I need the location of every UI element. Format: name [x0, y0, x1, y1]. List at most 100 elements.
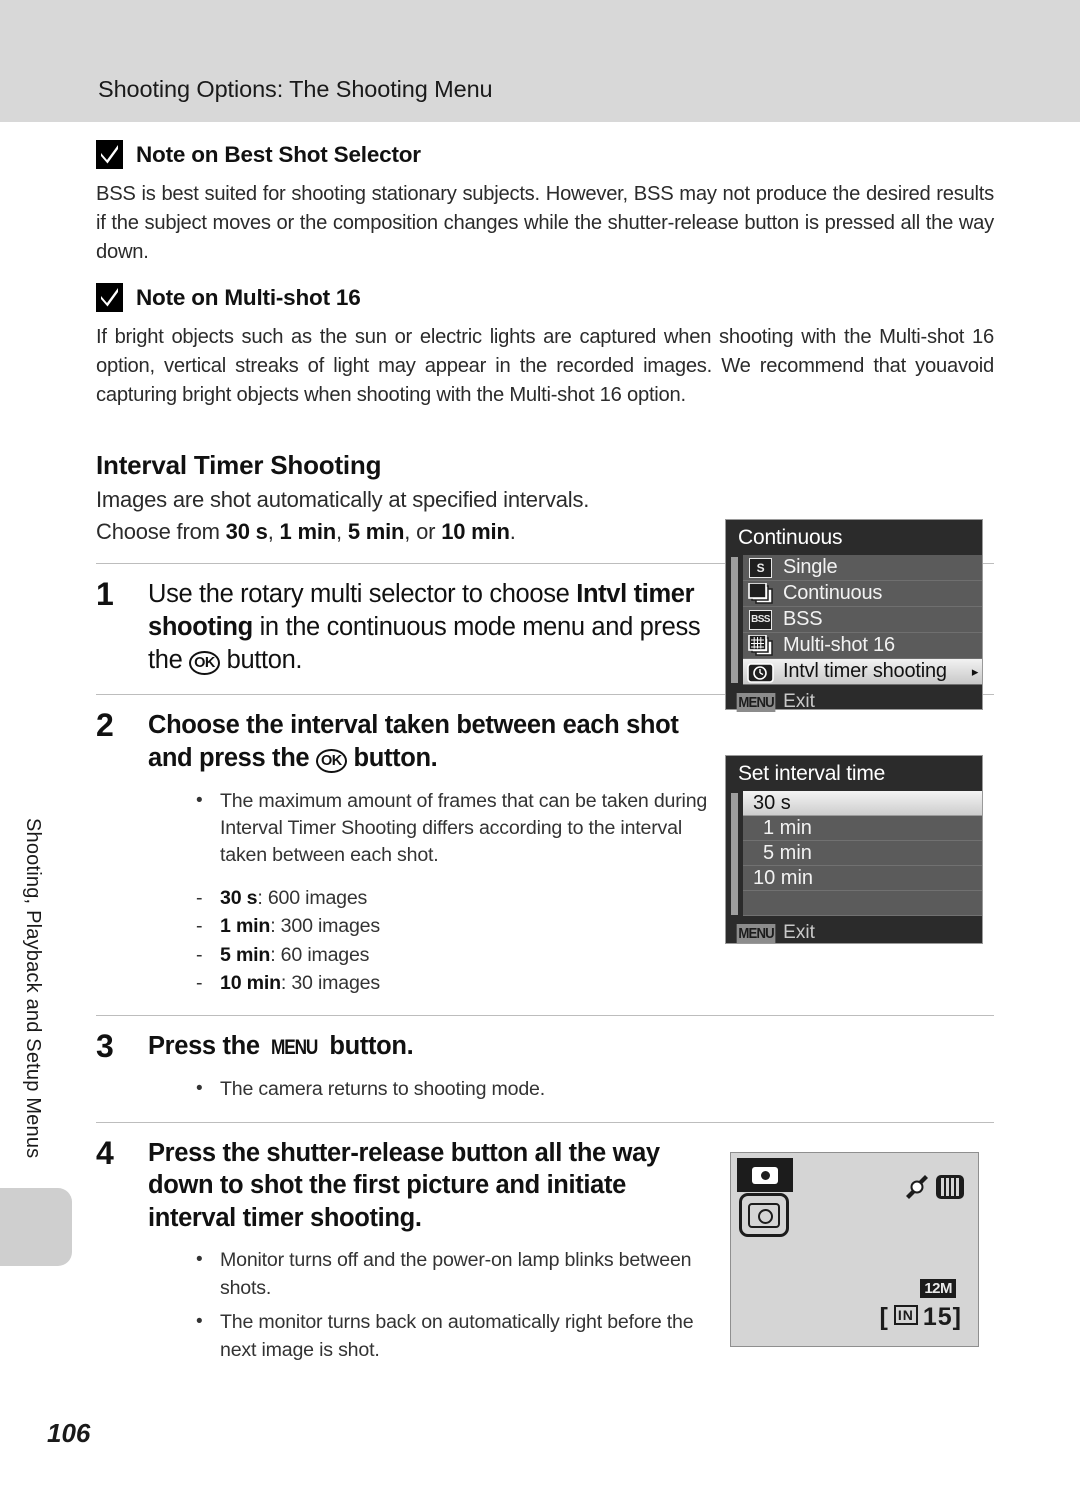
lcd-shooting-display: 12M [IN 15] — [730, 1152, 979, 1347]
step-title: Press the shutter-release button all the… — [148, 1138, 660, 1232]
page-title: Shooting Options: The Shooting Menu — [98, 76, 493, 102]
bullet-item: • Monitor turns off and the power-on lam… — [148, 1247, 716, 1302]
vibration-reduction-icon — [936, 1175, 964, 1199]
note-title: Note on Best Shot Selector — [136, 141, 421, 167]
lcd-title: Continuous — [738, 526, 843, 549]
sep: , — [335, 519, 348, 545]
intvl-timer-icon — [745, 661, 777, 683]
step-text-a: Press the — [148, 1032, 267, 1061]
sep: , — [267, 519, 280, 545]
interval-option-10min[interactable]: 10 min — [743, 866, 982, 891]
step-number: 3 — [96, 1028, 114, 1065]
manual-page: Shooting Options: The Shooting Menu Shoo… — [0, 0, 1080, 1486]
sep: . — [509, 519, 516, 545]
menu-item-label: Intvl timer shooting — [783, 660, 947, 682]
interval-frame-list: - 30 s: 600 images - 1 min: 300 images -… — [148, 884, 716, 998]
menu-item-intvl-timer-shooting[interactable]: Intvl timer shooting ▸ — [743, 659, 982, 685]
interval-label: 5 min — [220, 943, 271, 966]
bss-icon: BSS — [745, 609, 777, 631]
chapter-side-tab-label: Shooting, Playback and Setup Menus — [22, 818, 44, 1159]
intvl-timer-indicator-icon — [739, 1193, 789, 1237]
step-title: Use the rotary multi selector to choose … — [148, 578, 716, 676]
step-title: Press the MENU button. — [148, 1030, 994, 1063]
menu-button-glyph: MENU — [271, 1036, 318, 1060]
interval-option-30s[interactable]: 30 s — [743, 791, 982, 816]
menu-item-label: Continuous — [783, 582, 883, 604]
interval-value: : 600 images — [257, 886, 368, 909]
bullet-text: The camera returns to shooting mode. — [220, 1078, 545, 1101]
auto-camera-mode-icon — [737, 1158, 793, 1192]
step-title: Choose the interval taken between each s… — [148, 709, 716, 774]
shooting-indicators — [904, 1175, 964, 1199]
menu-button-glyph: MENU — [736, 923, 776, 943]
af-assist-icon — [904, 1175, 930, 1199]
note-block-bss: Note on Best Shot Selector BSS is best s… — [96, 140, 994, 267]
step-text-d: button. — [346, 743, 438, 772]
interval-value: : 60 images — [270, 943, 370, 966]
menu-item-label: BSS — [783, 608, 823, 630]
dash-marker: - — [196, 943, 203, 966]
bullet-text: The monitor turns back on automatically … — [220, 1311, 694, 1361]
section-lead: Images are shot automatically at specifi… — [96, 487, 590, 513]
lcd-option-list: 30 s 1 min 5 min 10 min — [726, 791, 982, 916]
menu-button-glyph: MENU — [736, 692, 776, 712]
step-body: Press the shutter-release button all the… — [148, 1137, 716, 1365]
section-title: Interval Timer Shooting — [96, 450, 382, 481]
step-text-d: button. — [219, 645, 303, 674]
choose-option-30s: 30 s — [225, 519, 268, 545]
dash-marker: - — [196, 886, 203, 909]
choose-option-1min: 1 min — [279, 519, 337, 545]
interval-option-1min[interactable]: 1 min — [743, 816, 982, 841]
ok-button-glyph: OK — [316, 749, 347, 774]
continuous-stack-icon — [745, 582, 777, 605]
choose-option-5min: 5 min — [347, 519, 405, 545]
note-body: BSS is best suited for shooting stationa… — [96, 183, 994, 264]
dash-marker: - — [196, 972, 203, 995]
chevron-right-icon: ▸ — [971, 663, 979, 679]
check-mark-icon — [96, 140, 123, 169]
menu-item-multishot-16[interactable]: Multi-shot 16 — [743, 633, 982, 659]
list-item: - 30 s: 600 images — [196, 884, 716, 912]
lcd-footer: MENU Exit — [726, 916, 982, 948]
interval-value: : 30 images — [280, 972, 380, 995]
bullet-item: • The camera returns to shooting mode. — [148, 1076, 994, 1103]
step-bullets: • The camera returns to shooting mode. — [148, 1076, 994, 1103]
bullet-dot: • — [196, 789, 203, 811]
step-number: 4 — [96, 1134, 114, 1171]
menu-item-continuous[interactable]: Continuous — [743, 581, 982, 607]
step-number: 2 — [96, 707, 114, 744]
page-header-band: Shooting Options: The Shooting Menu — [0, 0, 1080, 122]
menu-item-label: Multi-shot 16 — [783, 634, 895, 656]
check-mark-icon — [96, 283, 123, 313]
step-text-d: button. — [322, 1032, 414, 1061]
step-body: Choose the interval taken between each s… — [148, 709, 716, 997]
lcd-set-interval-time: Set interval time 30 s 1 min 5 min 10 mi… — [725, 755, 983, 944]
shots-remaining-indicator: [IN 15] — [879, 1303, 962, 1331]
menu-item-label: Single — [783, 556, 838, 578]
bullet-dot: • — [196, 1249, 203, 1271]
note-heading: Note on Multi-shot 16 — [96, 283, 994, 313]
interval-value: : 300 images — [270, 915, 380, 938]
lcd-option-list: S Single Continuous BSS BSS Multi-shot 1… — [726, 555, 982, 685]
lcd-footer-label: Exit — [783, 691, 815, 712]
scrollbar[interactable] — [731, 557, 738, 683]
step-bullets: • The maximum amount of frames that can … — [148, 788, 716, 870]
step-3: 3 Press the MENU button. • The camera re… — [96, 1016, 994, 1103]
note-body: If bright objects such as the sun or ele… — [96, 326, 994, 407]
lcd-title: Set interval time — [738, 762, 886, 785]
scrollbar[interactable] — [731, 793, 738, 915]
interval-option-5min[interactable]: 5 min — [743, 841, 982, 866]
page-number: 106 — [47, 1418, 91, 1448]
lcd-continuous-menu: Continuous S Single Continuous BSS BSS M… — [725, 519, 983, 712]
single-shot-icon: S — [745, 557, 777, 579]
list-item: - 5 min: 60 images — [196, 941, 716, 969]
step-bullets: • Monitor turns off and the power-on lam… — [148, 1247, 716, 1364]
image-size-badge: 12M — [920, 1279, 956, 1298]
menu-item-bss[interactable]: BSS BSS — [743, 607, 982, 633]
menu-item-single[interactable]: S Single — [743, 555, 982, 581]
interval-label: 10 min — [220, 972, 281, 995]
empty-row — [743, 891, 982, 916]
bullet-item: • The monitor turns back on automaticall… — [148, 1309, 716, 1364]
lcd-footer: MENU Exit — [726, 685, 982, 717]
step-number: 1 — [96, 576, 114, 613]
